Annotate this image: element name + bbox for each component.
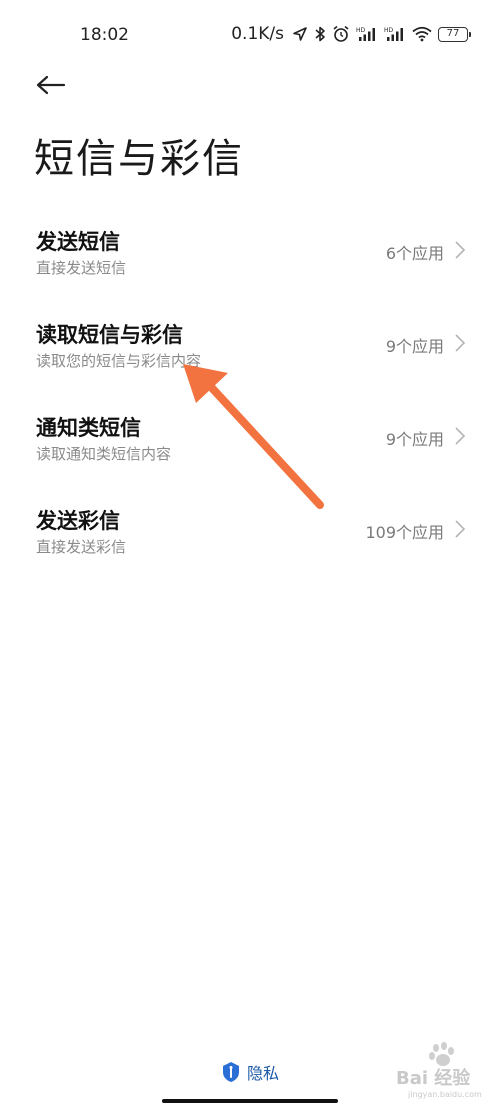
item-title: 发送短信 [36,230,120,254]
svg-text:HD: HD [356,27,366,34]
signal-hd-2-icon: HD [384,27,403,41]
bluetooth-icon [315,26,325,42]
privacy-shield-icon [222,1062,239,1082]
chevron-right-icon [455,520,466,538]
status-icons: 0.1K/s HD HD 77 [231,22,471,46]
signal-hd-1-icon: HD [356,27,375,41]
status-bar: 18:02 0.1K/s HD HD 77 [0,0,500,64]
back-arrow-icon [36,75,66,95]
list-item-send-mms[interactable]: 发送彩信 直接发送彩信 109个应用 [0,499,500,592]
list-item-read-sms-mms[interactable]: 读取短信与彩信 读取您的短信与彩信内容 9个应用 [0,313,500,406]
privacy-label: 隐私 [246,1064,279,1083]
list-item-notification-sms[interactable]: 通知类短信 读取通知类短信内容 9个应用 [0,406,500,499]
wifi-icon [412,26,432,42]
baidu-watermark: Bai 经验 jingyan.baidu.com [380,1040,490,1106]
list-item-send-sms[interactable]: 发送短信 直接发送短信 6个应用 [0,220,500,313]
item-subtitle: 读取通知类短信内容 [36,445,172,463]
item-app-count: 109个应用 [365,523,444,542]
net-speed: 0.1K/s [231,24,284,44]
chevron-right-icon [455,427,466,445]
item-app-count: 6个应用 [385,244,444,263]
item-title: 通知类短信 [36,416,141,440]
item-subtitle: 读取您的短信与彩信内容 [36,352,202,370]
item-title: 发送彩信 [36,509,120,533]
screen: 18:02 0.1K/s HD HD 77 短信与彩信 发送短信 直接发送短信 … [0,0,500,1111]
status-time: 18:02 [80,25,129,45]
item-subtitle: 直接发送彩信 [36,538,127,556]
home-indicator[interactable] [162,1099,338,1103]
item-title: 读取短信与彩信 [36,323,183,347]
item-subtitle: 直接发送短信 [36,259,127,277]
back-button[interactable] [34,70,68,100]
chevron-right-icon [455,241,466,259]
battery-icon: 77 [438,26,471,42]
alarm-icon [333,25,349,42]
permission-list: 发送短信 直接发送短信 6个应用 读取短信与彩信 读取您的短信与彩信内容 9个应… [0,220,500,592]
watermark-text: Bai 经验 [396,1068,471,1089]
location-icon [293,27,307,41]
watermark-url: jingyan.baidu.com [408,1090,482,1099]
item-app-count: 9个应用 [385,337,444,356]
svg-text:HD: HD [384,27,394,34]
chevron-right-icon [455,334,466,352]
item-app-count: 9个应用 [385,430,444,449]
page-title: 短信与彩信 [34,136,244,182]
battery-level: 77 [446,27,460,39]
